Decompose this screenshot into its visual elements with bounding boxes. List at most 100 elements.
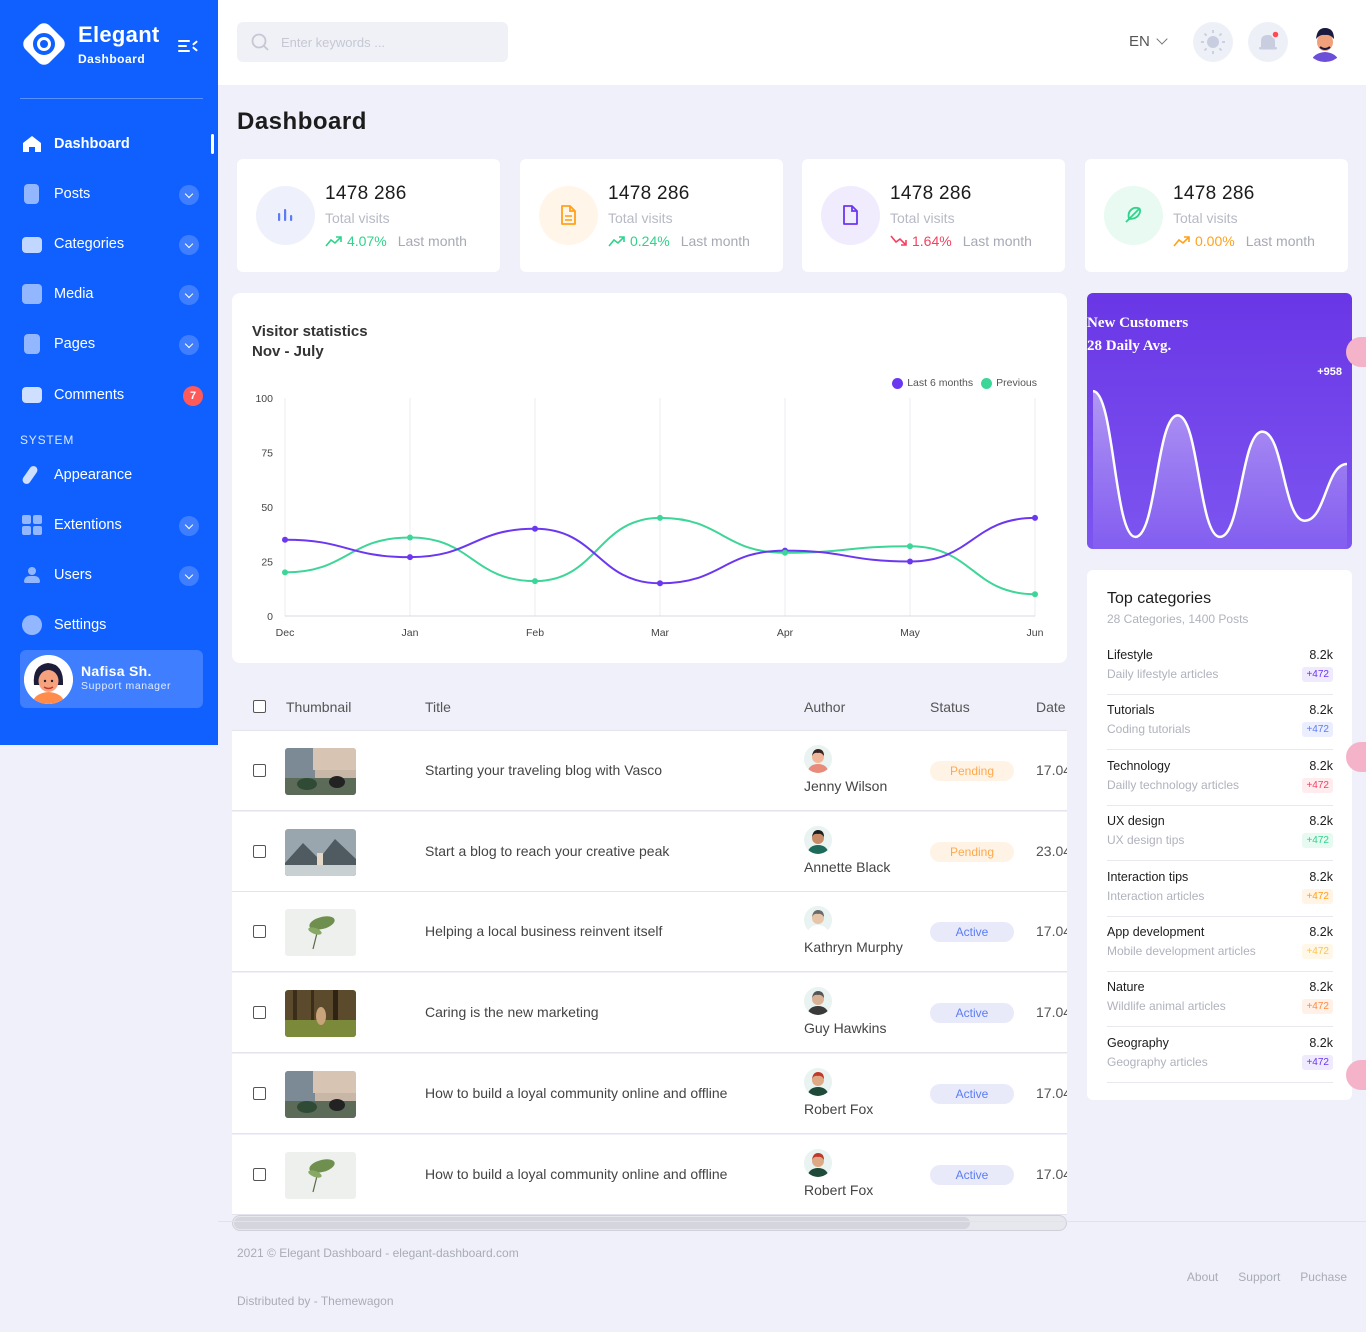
chevron-down-icon[interactable]	[179, 285, 199, 305]
sidebar-collapse-icon[interactable]	[178, 38, 198, 54]
row-checkbox[interactable]	[253, 925, 266, 939]
row-checkbox[interactable]	[253, 844, 266, 858]
category-row[interactable]: App development Mobile development articl…	[1107, 917, 1333, 972]
status-badge: Pending	[930, 761, 1014, 781]
footer-link-support[interactable]: Support	[1238, 1270, 1280, 1284]
table-row[interactable]: How to build a loyal community online an…	[232, 1134, 1067, 1215]
stat-change-value: 0.00%	[1195, 233, 1235, 249]
post-title[interactable]: Starting your traveling blog with Vasco	[425, 762, 662, 778]
post-title[interactable]: Start a blog to reach your creative peak	[425, 843, 669, 859]
footer-link-purchase[interactable]: Puchase	[1300, 1270, 1347, 1284]
column-header-status[interactable]: Status	[930, 699, 970, 715]
chevron-down-icon[interactable]	[179, 566, 199, 586]
chevron-down-icon[interactable]	[179, 185, 199, 205]
posts-table: Thumbnail Title Author Status Date Start…	[232, 683, 1067, 1218]
notifications-button[interactable]	[1248, 22, 1288, 62]
data-point	[907, 543, 913, 550]
y-tick-label: 25	[261, 557, 273, 569]
select-all-checkbox[interactable]	[253, 700, 266, 713]
user-avatar[interactable]	[1305, 22, 1345, 62]
row-checkbox[interactable]	[253, 1006, 266, 1020]
search-input[interactable]	[281, 22, 501, 62]
sidebar-item-extentions[interactable]: Extentions	[0, 505, 218, 545]
sidebar-divider	[20, 98, 203, 99]
stat-change-value: 0.24%	[630, 233, 670, 249]
post-title[interactable]: Helping a local business reinvent itself	[425, 923, 662, 939]
trend-up-icon	[608, 236, 625, 247]
chevron-down-icon[interactable]	[179, 335, 199, 355]
chevron-down-icon[interactable]	[179, 516, 199, 536]
table-row[interactable]: Starting your traveling blog with Vasco J…	[232, 731, 1067, 811]
sidebar-item-pages[interactable]: Pages	[0, 324, 218, 364]
profile-card[interactable]: Nafisa Sh. Support manager	[20, 650, 203, 708]
theme-toggle-button[interactable]	[1193, 22, 1233, 62]
stat-change-value: 1.64%	[912, 233, 952, 249]
category-row[interactable]: Nature Wildlife animal articles 8.2k +472	[1107, 972, 1333, 1028]
category-name: UX design	[1107, 814, 1165, 829]
y-tick-label: 0	[267, 611, 273, 623]
post-thumbnail[interactable]	[285, 1151, 356, 1199]
sidebar-item-posts[interactable]: Posts	[0, 174, 218, 214]
category-row[interactable]: Lifestyle Daily lifestyle articles 8.2k +47…	[1107, 640, 1333, 695]
category-row[interactable]: Technology Dailly technology articles 8.2k…	[1107, 751, 1333, 806]
scrollbar-thumb[interactable]	[234, 1217, 970, 1229]
category-row[interactable]: Geography Geography articles 8.2k +472	[1107, 1028, 1333, 1083]
category-desc: UX design tips	[1107, 833, 1185, 848]
table-row[interactable]: How to build a loyal community online an…	[232, 1053, 1067, 1134]
column-header-thumbnail[interactable]: Thumbnail	[286, 699, 351, 715]
category-row[interactable]: Tutorials Coding tutorials 8.2k +472	[1107, 695, 1333, 751]
post-thumbnail[interactable]	[285, 909, 356, 957]
category-desc: Daily lifestyle articles	[1107, 667, 1219, 681]
row-checkbox[interactable]	[253, 1167, 266, 1181]
post-thumbnail[interactable]	[285, 828, 356, 876]
sidebar-item-dashboard[interactable]: Dashboard	[0, 124, 218, 164]
sidebar-item-comments[interactable]: Comments 7	[0, 375, 218, 415]
footer-link-about[interactable]: About	[1187, 1270, 1218, 1284]
category-row[interactable]: UX design UX design tips 8.2k +472	[1107, 806, 1333, 862]
new-customers-card: New Customers 28 Daily Avg. +958	[1087, 293, 1352, 549]
post-title[interactable]: How to build a loyal community online an…	[425, 1085, 727, 1101]
trend-down-icon	[890, 235, 907, 246]
stat-label: Total visits	[608, 210, 673, 226]
stat-card: 1478 286 Total visits 4.07% Last month	[237, 159, 500, 272]
sidebar-item-label: Media	[54, 286, 94, 302]
sun-icon	[1201, 30, 1225, 54]
post-thumbnail[interactable]	[285, 748, 356, 795]
category-delta-badge: +472	[1302, 777, 1333, 793]
post-title[interactable]: How to build a loyal community online an…	[425, 1166, 727, 1182]
folder-icon	[22, 234, 42, 254]
table-row[interactable]: Caring is the new marketing Guy Hawkins Ac…	[232, 973, 1067, 1054]
category-row[interactable]: Interaction tips Interaction articles 8.2k…	[1107, 862, 1333, 917]
category-delta-badge: +472	[1302, 667, 1333, 682]
image-icon	[22, 284, 42, 304]
visitor-line-chart: Dec Jan Feb Mar Apr May Jun 0 25 50 75 100	[255, 393, 1043, 639]
table-row[interactable]: Helping a local business reinvent itself…	[232, 892, 1067, 973]
post-thumbnail[interactable]	[285, 1070, 356, 1118]
row-checkbox[interactable]	[253, 1086, 266, 1100]
column-header-title[interactable]: Title	[425, 699, 451, 715]
data-point	[1032, 591, 1038, 598]
sidebar-item-settings[interactable]: Settings	[0, 605, 218, 645]
chevron-down-icon[interactable]	[179, 235, 199, 255]
sidebar-item-categories[interactable]: Categories	[0, 224, 218, 264]
category-delta-badge: +472	[1302, 999, 1333, 1015]
horizontal-scrollbar[interactable]	[232, 1215, 1067, 1231]
row-checkbox[interactable]	[253, 764, 266, 777]
stat-label: Total visits	[325, 210, 390, 226]
brand-logo[interactable]: Elegant Dashboard	[19, 19, 160, 69]
sidebar-item-appearance[interactable]: Appearance	[0, 455, 218, 495]
active-indicator	[211, 134, 214, 154]
column-header-date[interactable]: Date	[1036, 699, 1066, 715]
table-row[interactable]: Start a blog to reach your creative peak…	[232, 811, 1067, 892]
post-thumbnail[interactable]	[285, 990, 356, 1038]
column-header-author[interactable]: Author	[804, 699, 845, 715]
post-date: 17.04	[1036, 762, 1067, 778]
trend-up-icon	[325, 236, 342, 247]
post-date: 23.04	[1036, 842, 1067, 859]
language-selector[interactable]: EN	[1129, 33, 1168, 50]
footer-copyright: 2021 © Elegant Dashboard - elegant-dashb…	[237, 1246, 519, 1260]
sidebar-item-users[interactable]: Users	[0, 555, 218, 595]
sidebar-item-media[interactable]: Media	[0, 274, 218, 314]
post-title[interactable]: Caring is the new marketing	[425, 1004, 599, 1020]
data-point	[282, 569, 288, 576]
